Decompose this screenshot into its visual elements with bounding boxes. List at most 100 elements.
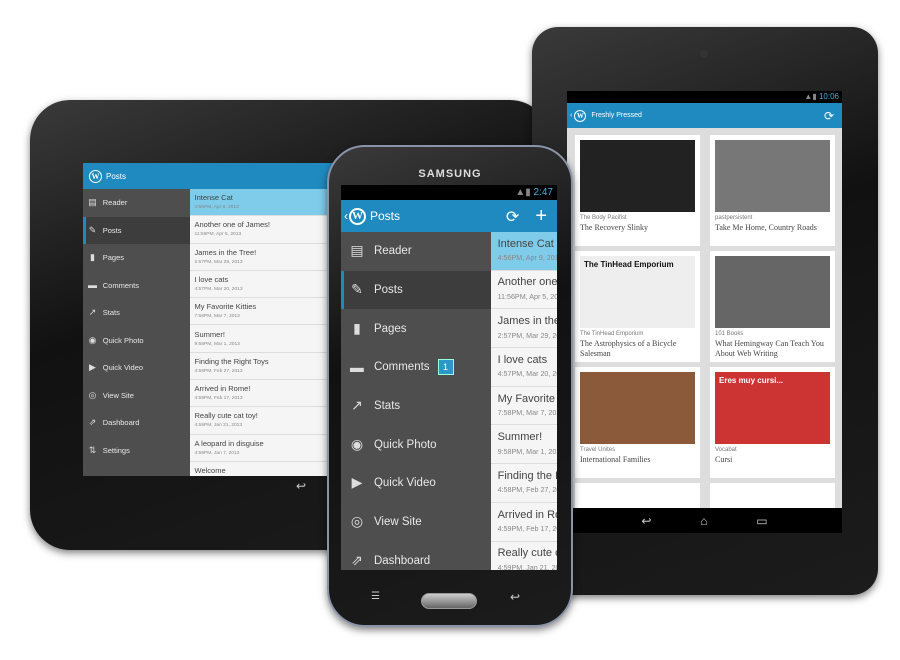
post-row[interactable]: Really cute cat toy! 4:59PM, Jan 21, 2013 [491,542,557,570]
menu-item-comments[interactable]: ▬ Comments 1 [341,348,491,387]
refresh-icon[interactable]: ⟳ [506,209,519,226]
post-row[interactable]: Another one of James! 11:56PM, Apr 5, 201… [190,216,343,244]
post-row[interactable]: Finding the Right Toys 4:58PM, Feb 27, 20… [491,464,557,503]
menu-item-label: View Site [373,516,422,529]
status-bar: ▲▮ 2:47 [341,185,557,200]
post-row[interactable]: I love cats4:57PM, Mar 20, 2013Published [190,271,343,299]
right-header: ‹ W Freshly Pressed ⟳ [567,103,842,128]
phone-back-button[interactable]: ↩ [510,590,520,604]
menu-item-label: Quick Photo [102,335,144,345]
wordpress-logo[interactable]: W [349,207,366,225]
menu-item-quick-video[interactable]: ▶ Quick Video [83,354,190,382]
wordpress-logo[interactable]: W [89,169,102,183]
stats-icon: ↗ [351,398,363,414]
menu-item-stats[interactable]: ↗ Stats [83,299,190,327]
left-tablet-screen: W Posts ▤ Reader ✎ Posts ▮ Pages ▬ Comments ↗ Sta… [83,163,343,476]
left-post-list: Intense Cat4:56PM, Apr 9, 2013PublishedA… [190,189,343,476]
reader-icon: ▤ [350,243,364,259]
menu-item-pages[interactable]: ▮ Pages [83,244,190,272]
post-card[interactable]: pastpersistent Take Me Home, Country Road… [710,135,835,246]
post-card[interactable] [575,483,700,508]
menu-item-quick-photo[interactable]: ◉ Quick Photo [341,425,491,464]
menu-item-posts[interactable]: ✎ Posts [83,216,190,244]
status-time: 10:06 [818,92,839,101]
post-row[interactable]: Arrived in Rome! 4:59PM, Feb 17, 2013 [491,503,557,542]
post-row[interactable]: Finding the Right Toys 4:58PM, Feb 27, 20… [190,353,343,381]
menu-item-dashboard[interactable]: ⇗ Dashboard [83,409,190,437]
post-row[interactable]: Really cute cat toy! 4:59PM, Jan 21, 2013… [190,407,343,435]
post-title: Arrived in Rome! [194,384,251,394]
post-date: 11:56PM, Apr 5, 2013 [194,232,242,238]
post-row[interactable]: My Favorite Kitties7:58PM, Mar 7, 2013Pu… [190,298,343,326]
phone-sidebar-menu: ▤ Reader ✎ Posts ▮ Pages ▬ Comments 1 ↗ Stats ◉ Quic… [341,232,491,570]
comment-icon: ▬ [88,280,97,291]
menu-item-stats[interactable]: ↗ Stats [341,387,491,426]
post-card[interactable]: 101 Books What Hemingway Can Teach You Ab… [710,251,835,362]
post-card[interactable] [710,483,835,508]
post-date: 4:56PM, Apr 9, 2013 [194,205,239,211]
post-row[interactable]: My Favorite Kitties 7:58PM, Mar 7, 2013 [491,387,557,426]
menu-item-comments[interactable]: ▬ Comments [83,272,190,300]
post-date: 4:57PM, Mar 20, 2013 [194,286,243,292]
post-card[interactable]: Travel Unites International Families [575,367,700,478]
menu-item-label: Quick Photo [373,438,437,451]
post-card[interactable]: The TinHead Emporium The TinHead Emporium… [575,251,700,362]
left-back-button[interactable]: ↩ [296,479,306,493]
home-button[interactable]: ⌂ [700,514,707,528]
header-title: Posts [106,171,127,181]
post-row[interactable]: Summer! 9:58PM, Mar 1, 2013 [491,425,557,465]
back-chevron-icon[interactable]: ‹ [570,112,572,119]
menu-item-quick-photo[interactable]: ◉ Quick Photo [83,327,190,355]
post-date: 7:58PM, Mar 7, 2013 [497,408,557,417]
post-source: Vocabat [715,447,737,453]
menu-item-reader[interactable]: ▤ Reader [341,232,491,271]
post-card[interactable]: The Body Pacifist The Recovery Slinky [575,135,700,246]
wordpress-logo[interactable]: W [574,109,587,122]
external-icon: ⇗ [88,417,97,428]
header-title[interactable]: Freshly Pressed [591,112,642,119]
post-row[interactable]: James in the Tree!2:57PM, Mar 29, 2013Pu… [190,244,343,271]
post-row[interactable]: I love cats 4:57PM, Mar 20, 2013 [491,348,557,387]
menu-item-view-site[interactable]: ◎ View Site [341,503,491,542]
post-date: 4:59PM, Jan 21, 2013 [497,563,557,570]
back-chevron-icon[interactable]: ‹ [344,209,348,223]
post-row[interactable]: Intense Cat 4:56PM, Apr 9, 2013 [491,232,557,271]
eye-icon: ◎ [350,514,363,530]
comment-icon: ▬ [349,359,364,375]
post-row[interactable]: Summer!9:58PM, Mar 1, 2013Published [190,325,343,353]
menu-item-label: Settings [102,445,130,455]
post-row[interactable]: James in the Tree! 2:57PM, Mar 29, 2013 [491,309,557,349]
freshly-pressed-grid: The Body Pacifist The Recovery Slinky past… [567,128,842,508]
post-row[interactable]: Intense Cat4:56PM, Apr 9, 2013Published [190,189,343,217]
menu-item-quick-video[interactable]: ▶ Quick Video [341,464,491,503]
back-button[interactable]: ↩ [641,514,651,528]
post-row[interactable]: A leopard in disguise 4:59PM, Jan 7, 2013… [190,435,343,462]
post-row[interactable]: Welcome [190,462,343,476]
menu-item-label: Reader [373,245,412,258]
post-date: 4:59PM, Feb 17, 2013 [194,396,243,402]
menu-item-pages[interactable]: ▮ Pages [341,309,491,348]
post-thumbnail: Eres muy cursi... [715,372,830,444]
add-icon[interactable]: + [535,205,547,227]
phone-post-list: Intense Cat 4:56PM, Apr 9, 2013 Another on… [491,232,557,570]
header-title: Posts [370,209,401,223]
post-source: The Body Pacifist [580,215,627,221]
phone-menu-button[interactable]: ☰ [371,591,380,602]
thumbnail-caption: The TinHead Emporium [584,260,674,269]
post-row[interactable]: Arrived in Rome!4:59PM, Feb 17, 2013Publ… [190,380,343,408]
menu-item-reader[interactable]: ▤ Reader [83,189,190,217]
post-row[interactable]: Another one of James! 11:56PM, Apr 5, 201… [491,271,557,310]
left-sidebar-menu: ▤ Reader ✎ Posts ▮ Pages ▬ Comments ↗ Stats ◉ Quick… [83,189,190,476]
menu-item-dashboard[interactable]: ⇗ Dashboard [341,542,491,571]
comments-badge: 1 [437,359,454,376]
menu-item-label: Pages [373,322,407,335]
refresh-icon[interactable]: ⟳ [824,109,834,123]
menu-item-view-site[interactable]: ◎ View Site [83,382,190,410]
menu-item-settings[interactable]: ⇅ Settings [83,437,190,465]
menu-item-posts[interactable]: ✎ Posts [341,270,491,310]
recent-apps-button[interactable]: ▭ [756,514,767,528]
phone-home-button[interactable] [421,593,477,609]
post-date: 2:57PM, Mar 29, 2013 [497,331,557,340]
menu-item-label: Comments [373,361,430,374]
post-card[interactable]: Eres muy cursi... Vocabat Cursi [710,367,835,478]
